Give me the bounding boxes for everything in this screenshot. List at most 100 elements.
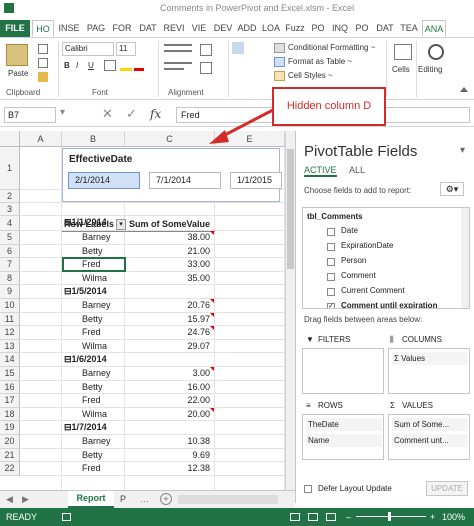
comment-indicator-icon[interactable] bbox=[210, 231, 214, 235]
row-header[interactable]: 4 bbox=[0, 216, 20, 231]
tab-review[interactable]: REVI bbox=[162, 20, 186, 37]
tab-inquire[interactable]: INQ bbox=[330, 20, 350, 37]
editing-icon[interactable] bbox=[428, 44, 444, 60]
pivot-value-cell[interactable]: 3.00 bbox=[130, 368, 210, 378]
zoom-slider[interactable] bbox=[356, 516, 426, 517]
sheet-tab-report[interactable]: Report bbox=[68, 491, 114, 508]
horizontal-scrollbar[interactable] bbox=[178, 495, 278, 504]
row-header[interactable]: 8 bbox=[0, 271, 20, 286]
field-list-scrollbar[interactable] bbox=[461, 208, 469, 308]
row-header[interactable]: 19 bbox=[0, 421, 20, 435]
pivot-value-cell[interactable]: 24.76 bbox=[130, 327, 210, 337]
zoom-in-icon[interactable]: + bbox=[430, 508, 435, 526]
pivot-row-label[interactable]: Barney bbox=[82, 368, 111, 378]
field-checkbox[interactable] bbox=[327, 228, 335, 236]
field-label[interactable]: Date bbox=[341, 226, 358, 235]
underline-button[interactable]: U bbox=[88, 60, 94, 72]
pivot-row-label[interactable]: Betty bbox=[82, 246, 103, 256]
scroll-thumb[interactable] bbox=[287, 149, 294, 269]
normal-view-icon[interactable] bbox=[290, 513, 300, 521]
tab-all[interactable]: ALL bbox=[349, 165, 365, 175]
paste-button[interactable]: Paste bbox=[8, 68, 28, 80]
pivot-value-cell[interactable]: 21.00 bbox=[130, 246, 210, 256]
merge-center-icon[interactable] bbox=[200, 62, 212, 74]
percent-icon[interactable] bbox=[232, 42, 244, 54]
page-break-view-icon[interactable] bbox=[326, 513, 336, 521]
field-checkbox[interactable]: ✓ bbox=[327, 303, 335, 308]
copy-icon[interactable] bbox=[38, 58, 48, 68]
pivot-row-label[interactable]: Wilma bbox=[82, 273, 107, 283]
pivot-row-label[interactable]: Fred bbox=[82, 327, 101, 337]
bold-button[interactable]: B bbox=[64, 60, 70, 72]
align-center-icon[interactable] bbox=[164, 68, 184, 70]
pivot-value-cell[interactable]: 9.69 bbox=[130, 450, 210, 460]
tab-insert[interactable]: INSE bbox=[56, 20, 82, 37]
tab-load-test[interactable]: LOA bbox=[260, 20, 282, 37]
row-header[interactable]: 21 bbox=[0, 448, 20, 463]
insert-function-icon[interactable]: fx bbox=[150, 107, 161, 121]
cancel-icon[interactable]: ✕ bbox=[102, 106, 113, 122]
format-painter-icon[interactable] bbox=[38, 72, 48, 82]
zoom-level[interactable]: 100% bbox=[442, 508, 465, 526]
borders-icon[interactable] bbox=[104, 60, 116, 71]
row-header[interactable]: 9 bbox=[0, 285, 20, 299]
format-as-table-button[interactable]: Format as Table ~ bbox=[288, 56, 352, 68]
pivot-value-cell[interactable]: 12.38 bbox=[130, 463, 210, 473]
pivot-value-cell[interactable]: 22.00 bbox=[130, 395, 210, 405]
values-item[interactable]: Sum of Some... bbox=[392, 418, 468, 431]
collapse-ribbon-icon[interactable] bbox=[460, 86, 468, 92]
row-header[interactable]: 22 bbox=[0, 462, 20, 476]
columns-area[interactable]: Σ Values bbox=[388, 348, 470, 394]
pivot-group-label[interactable]: ⊟1/1/2014 bbox=[64, 217, 107, 228]
tab-home[interactable]: HO bbox=[32, 20, 54, 37]
cells-icon[interactable] bbox=[394, 44, 412, 60]
font-name-combo[interactable]: Calibri bbox=[62, 42, 114, 56]
add-sheet-icon[interactable]: + bbox=[160, 493, 172, 505]
field-label[interactable]: Comment bbox=[341, 271, 376, 280]
row-header[interactable]: 16 bbox=[0, 380, 20, 395]
field-label[interactable]: ExpirationDate bbox=[341, 241, 393, 250]
font-color-icon[interactable] bbox=[134, 60, 144, 71]
field-label[interactable]: Comment until expiration bbox=[341, 301, 437, 308]
vertical-scrollbar[interactable] bbox=[285, 131, 295, 490]
select-all-corner[interactable] bbox=[0, 131, 20, 147]
row-header[interactable]: 6 bbox=[0, 244, 20, 259]
field-checkbox[interactable] bbox=[327, 243, 335, 251]
pivot-row-label[interactable]: Barney bbox=[82, 232, 111, 242]
editing-button[interactable]: Editing bbox=[418, 64, 442, 76]
field-checkbox[interactable] bbox=[327, 258, 335, 266]
pivot-row-label[interactable]: Betty bbox=[82, 382, 103, 392]
pivot-value-cell[interactable]: 35.00 bbox=[130, 273, 210, 283]
tab-file[interactable]: FILE bbox=[0, 20, 30, 37]
zoom-slider-thumb[interactable] bbox=[388, 512, 391, 521]
paste-icon[interactable] bbox=[6, 44, 28, 66]
pivot-value-cell[interactable]: 38.00 bbox=[130, 232, 210, 242]
tab-data[interactable]: DAT bbox=[136, 20, 160, 37]
field-checkbox[interactable] bbox=[327, 273, 335, 281]
pivot-row-label[interactable]: Wilma bbox=[82, 409, 107, 419]
record-macro-icon[interactable] bbox=[62, 513, 71, 521]
pivot-value-cell[interactable]: 29.07 bbox=[130, 341, 210, 351]
wrap-text-icon[interactable] bbox=[200, 44, 212, 56]
tab-view[interactable]: VIE bbox=[188, 20, 210, 37]
close-panel-icon[interactable]: ▾ bbox=[460, 145, 465, 156]
tab-powerpivot[interactable]: PO bbox=[308, 20, 328, 37]
row-header[interactable]: 11 bbox=[0, 312, 20, 327]
tab-power-query[interactable]: PO bbox=[352, 20, 372, 37]
pivot-row-label[interactable]: Betty bbox=[82, 314, 103, 324]
column-header-b[interactable]: B bbox=[62, 131, 125, 147]
more-sheets-icon[interactable]: … bbox=[140, 494, 149, 504]
defer-layout-checkbox[interactable] bbox=[304, 485, 312, 493]
align-left-icon[interactable] bbox=[164, 62, 192, 64]
tab-formulas[interactable]: FOR bbox=[110, 20, 134, 37]
row-header[interactable]: 17 bbox=[0, 394, 20, 408]
tab-team[interactable]: TEA bbox=[398, 20, 420, 37]
comment-indicator-icon[interactable] bbox=[210, 312, 214, 317]
comment-indicator-icon[interactable] bbox=[210, 299, 214, 303]
row-header[interactable]: 12 bbox=[0, 326, 20, 340]
table-name[interactable]: tbl_Comments bbox=[307, 212, 363, 221]
italic-button[interactable]: I bbox=[76, 60, 78, 72]
values-area[interactable]: Sum of Some... Comment unt... bbox=[388, 414, 470, 460]
field-label[interactable]: Current Comment bbox=[341, 286, 405, 295]
pivot-group-label[interactable]: ⊟1/5/2014 bbox=[64, 286, 107, 297]
